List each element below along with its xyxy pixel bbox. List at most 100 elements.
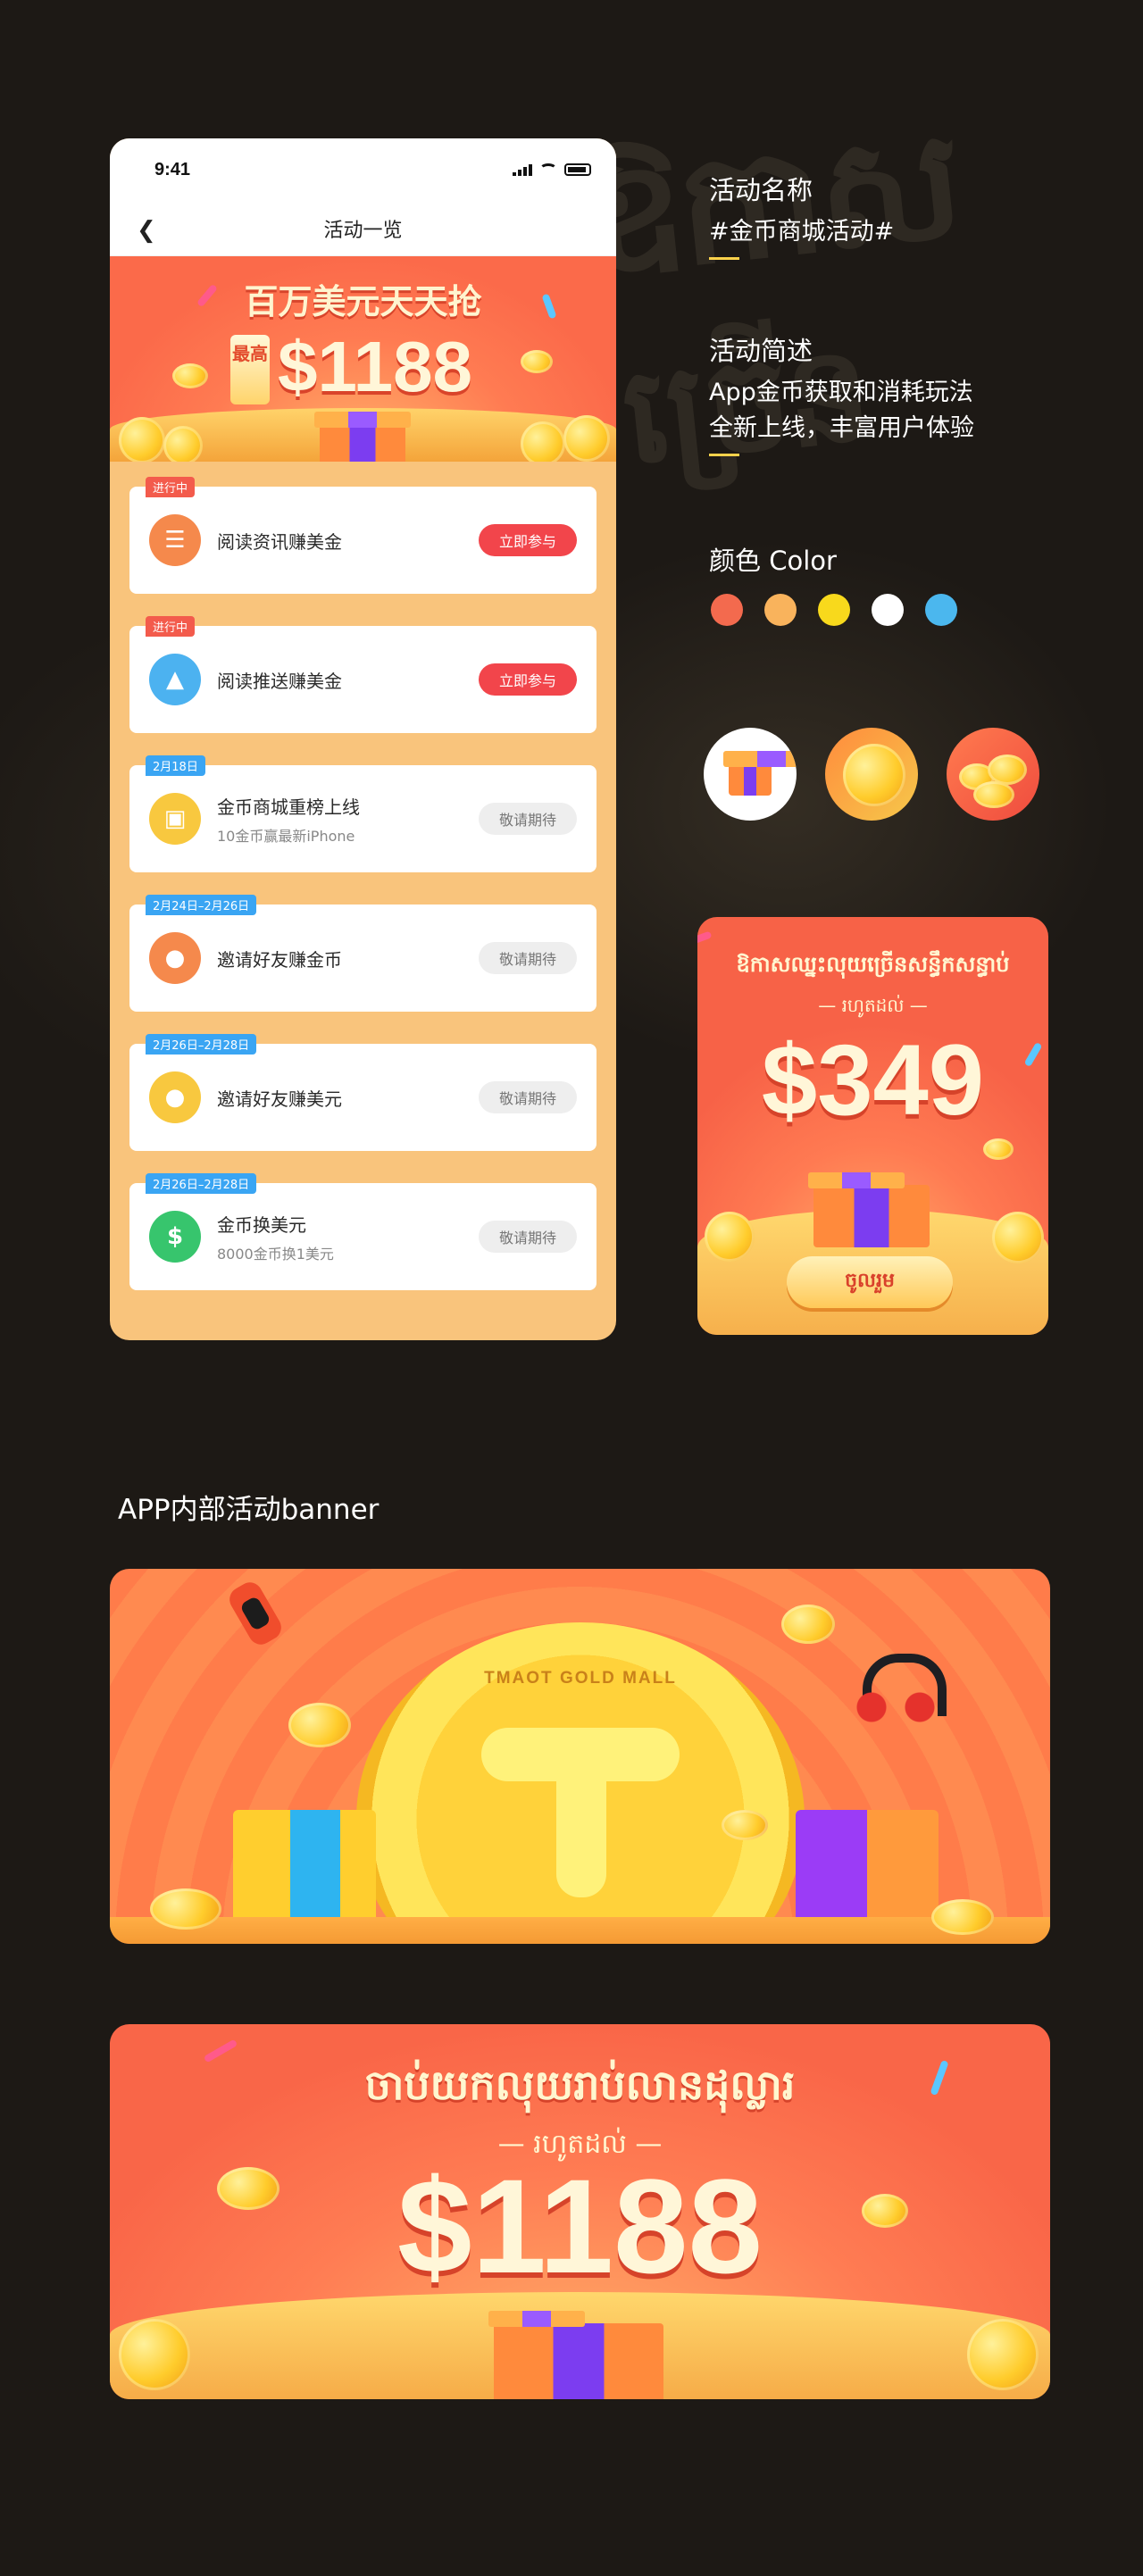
activity-card[interactable]: 2月24日–2月26日 ● 邀请好友赚金币 敬请期待: [129, 895, 597, 1012]
coin-text: TMAOT GOLD MALL: [484, 1669, 677, 1688]
date-badge: 2月18日: [146, 755, 205, 776]
coin-decoration: [521, 421, 565, 462]
t-logo-icon: [481, 1728, 680, 1897]
hero-amount: $1188: [278, 327, 473, 406]
app-icon-set: [704, 728, 1039, 821]
color-swatches: [711, 594, 957, 626]
card-title: 金币商城重榜上线: [217, 796, 360, 818]
promo-amount: $349: [761, 1024, 985, 1136]
activity-card[interactable]: 进行中 ☰ 阅读资讯赚美金 立即参与: [129, 477, 597, 594]
banner-title: ចាប់យកលុយរាប់លានដុល្លារ: [364, 2061, 796, 2109]
back-icon[interactable]: ❮: [137, 217, 156, 244]
store-icon: ▣: [149, 793, 201, 845]
coming-soon-button[interactable]: 敬请期待: [479, 803, 577, 835]
card-title: 邀请好友赚美元: [217, 1088, 342, 1110]
activity-desc-block: 活动简述 App金币获取和消耗玩法 全新上线，丰富用户体验: [709, 330, 974, 456]
status-badge: 进行中: [146, 616, 196, 637]
color-swatch: [872, 594, 904, 626]
card-title: 阅读资讯赚美金: [217, 530, 342, 553]
confetti-decoration: [697, 930, 713, 946]
date-badge: 2月26日–2月28日: [146, 1173, 257, 1194]
color-block: 颜色 Color: [709, 540, 837, 578]
document-icon: ☰: [149, 514, 201, 566]
activity-card[interactable]: 2月26日–2月28日 ● 邀请好友赚美元 敬请期待: [129, 1034, 597, 1151]
activity-card[interactable]: 2月18日 ▣ 金币商城重榜上线 10金币赢最新iPhone 敬请期待: [129, 755, 597, 872]
activity-card[interactable]: 进行中 ▲ 阅读推送赚美金 立即参与: [129, 616, 597, 733]
hero-max-tag: 最高: [230, 335, 270, 404]
coin-decoration: [722, 1810, 768, 1840]
section-title: APP内部活动banner: [118, 1494, 380, 1526]
join-button[interactable]: ចូលរួម: [787, 1256, 953, 1308]
gift-box-icon: [796, 1810, 939, 1926]
coin-decoration: [705, 1212, 755, 1262]
gift-box-icon: [233, 1810, 376, 1926]
activity-desc-line: 全新上线，丰富用户体验: [709, 414, 974, 442]
coin-decoration: [217, 2167, 279, 2210]
gift-box-icon: [723, 751, 797, 796]
hero-banner[interactable]: 百万美元天天抢 最高 $1188: [110, 256, 616, 462]
banner-ground: [110, 1917, 1050, 1944]
gift-box-icon: [314, 412, 411, 462]
join-button[interactable]: 立即参与: [479, 524, 577, 556]
gift-app-icon: [704, 728, 797, 821]
activity-name-label: 活动名称: [709, 175, 813, 205]
color-label: 颜色 Color: [709, 546, 837, 576]
gold-mall-banner[interactable]: TMAOT GOLD MALL: [110, 1569, 1050, 1944]
color-swatch: [711, 594, 743, 626]
activity-name-block: 活动名称 #金币商城活动#: [709, 170, 894, 260]
million-dollar-banner[interactable]: ចាប់យកលុយរាប់លានដុល្លារ — រហូតដល់ — $118…: [110, 2024, 1050, 2399]
status-icons: [513, 163, 591, 176]
coin-t-app-icon: [825, 728, 918, 821]
battery-icon: [564, 163, 591, 176]
activity-desc-line: App金币获取和消耗玩法: [709, 379, 973, 406]
status-time: 9:41: [154, 159, 191, 179]
color-swatch: [818, 594, 850, 626]
invite-dollar-icon: ●: [149, 1071, 201, 1123]
color-swatch: [764, 594, 797, 626]
gold-coin-icon: TMAOT GOLD MALL: [356, 1622, 805, 1944]
coin-decoration: [781, 1605, 835, 1644]
coin-decoration: [150, 1888, 221, 1930]
gift-box-icon: [808, 1172, 930, 1247]
smart-band-icon: [225, 1578, 286, 1649]
promo-card[interactable]: ឱកាសឈ្នះលុយច្រើនសន្ធឹកសន្ធាប់ — រហូតដល់ …: [697, 917, 1048, 1335]
activity-list: 进行中 ☰ 阅读资讯赚美金 立即参与 进行中 ▲ 阅读推送赚美金 立即参与 2月…: [110, 462, 616, 1290]
card-subtitle: 8000金币换1美元: [217, 1245, 334, 1263]
coin-decoration: [992, 1212, 1044, 1263]
signal-icon: [513, 163, 532, 176]
coin-decoration: [119, 417, 165, 462]
card-title: 邀请好友赚金币: [217, 948, 342, 971]
card-title: 阅读推送赚美金: [217, 670, 342, 692]
coin-decoration: [119, 2319, 190, 2390]
card-subtitle: 10金币赢最新iPhone: [217, 827, 355, 845]
coin-decoration: [967, 2319, 1039, 2390]
coin-decoration: [521, 350, 553, 373]
coming-soon-button[interactable]: 敬请期待: [479, 1081, 577, 1113]
coin-decoration: [983, 1138, 1014, 1160]
status-bar: 9:41: [110, 138, 616, 201]
coin-decoration: [931, 1899, 994, 1935]
activity-desc-label: 活动简述: [709, 336, 813, 366]
join-button[interactable]: 立即参与: [479, 663, 577, 696]
coming-soon-button[interactable]: 敬请期待: [479, 942, 577, 974]
coin-decoration: [563, 415, 610, 462]
wifi-icon: [539, 163, 557, 176]
exchange-icon: $: [149, 1211, 201, 1263]
color-swatch: [925, 594, 957, 626]
gift-box-icon: [488, 2311, 663, 2399]
coming-soon-button[interactable]: 敬请期待: [479, 1221, 577, 1253]
promo-title: ឱកាសឈ្នះលុយច្រើនសន្ធឹកសន្ធាប់: [736, 952, 1010, 977]
card-title: 金币换美元: [217, 1213, 306, 1236]
coins-app-icon: [947, 728, 1039, 821]
phone-mockup: 9:41 ❮ 活动一览 百万美元天天抢 最高 $1188 进行中 ☰ 阅读资讯赚…: [110, 138, 616, 1340]
coin-icon: [988, 754, 1027, 785]
date-badge: 2月24日–2月26日: [146, 895, 257, 915]
date-badge: 2月26日–2月28日: [146, 1034, 257, 1055]
coin-decoration: [172, 363, 208, 388]
rocket-icon: ▲: [149, 654, 201, 705]
nav-bar: ❮ 活动一览: [110, 201, 616, 256]
coin-decoration: [163, 426, 203, 462]
accent-line: [709, 257, 739, 260]
headphones-icon: [855, 1654, 947, 1725]
activity-card[interactable]: 2月26日–2月28日 $ 金币换美元 8000金币换1美元 敬请期待: [129, 1173, 597, 1290]
